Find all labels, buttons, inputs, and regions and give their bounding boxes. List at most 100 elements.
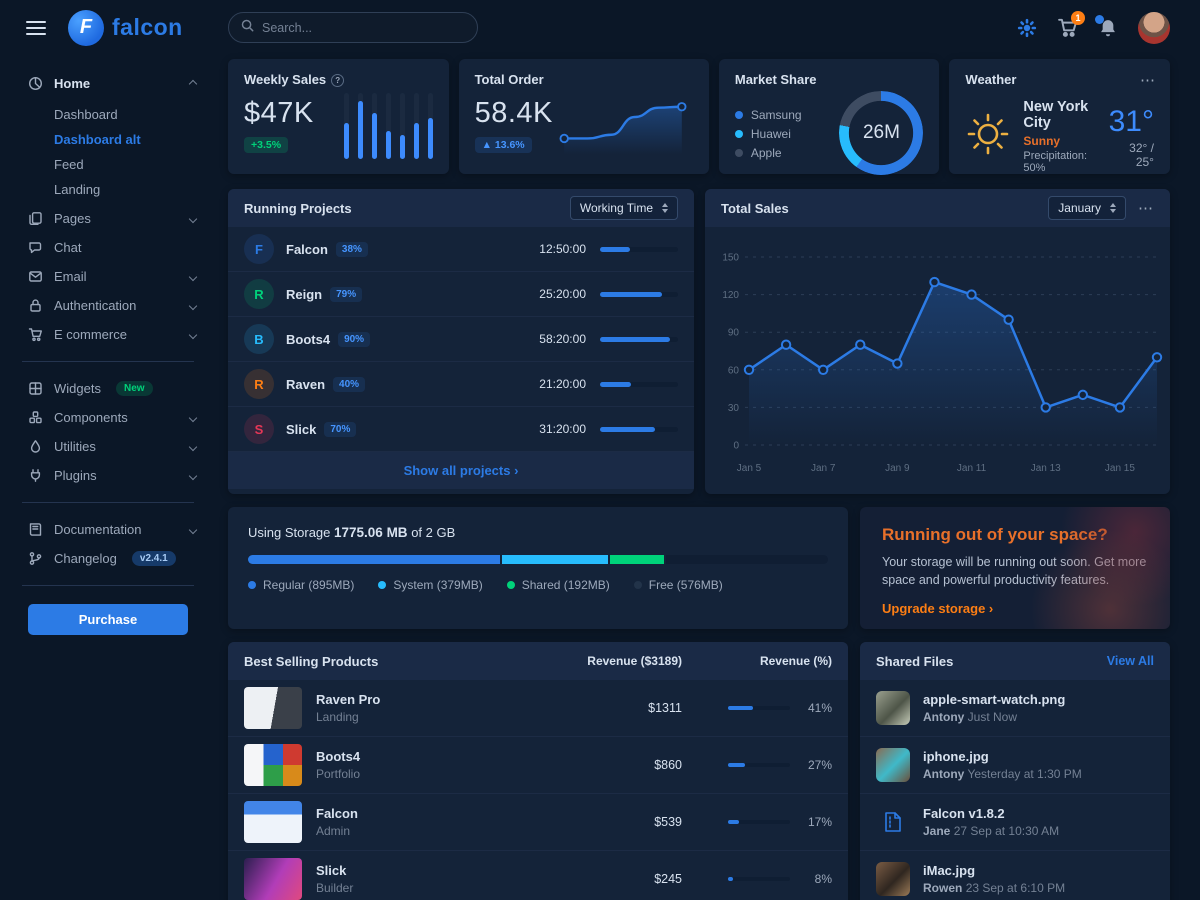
product-text: Slick Builder — [316, 863, 353, 895]
sidebar-item-plugins[interactable]: Plugins — [0, 461, 216, 490]
sidebar-subitem-landing[interactable]: Landing — [0, 177, 216, 202]
project-avatar: R — [244, 279, 274, 309]
svg-text:30: 30 — [728, 403, 740, 414]
project-row: SSlick70%31:20:00 — [228, 407, 694, 452]
sidebar-item-pages[interactable]: Pages — [0, 204, 216, 233]
grid-icon — [28, 381, 43, 396]
file-name[interactable]: iMac.jpg — [923, 863, 1065, 878]
shared-file-row[interactable]: iphone.jpgAntony Yesterday at 1:30 PM — [860, 736, 1170, 793]
shared-file-row[interactable]: apple-smart-watch.pngAntony Just Now — [860, 680, 1170, 736]
chat-icon — [28, 240, 43, 255]
upgrade-storage-link[interactable]: Upgrade storage › — [882, 601, 993, 616]
working-time-select[interactable]: Working Time — [570, 196, 678, 220]
purchase-button[interactable]: Purchase — [28, 604, 188, 635]
product-thumbnail[interactable] — [244, 858, 302, 900]
product-text: Falcon Admin — [316, 806, 358, 838]
chevron-down-icon — [189, 301, 197, 309]
total-order-value: 58.4K — [475, 97, 553, 130]
project-avatar: F — [244, 234, 274, 264]
product-thumbnail[interactable] — [244, 744, 302, 786]
sidebar-item-chat[interactable]: Chat — [0, 233, 216, 262]
product-row: Boots4Portfolio$86027% — [228, 737, 848, 794]
market-share-center-value: 26M — [839, 91, 923, 175]
storage-legend-label: Shared (192MB) — [522, 578, 610, 592]
product-thumbnail[interactable] — [244, 687, 302, 729]
product-name[interactable]: Slick — [316, 863, 353, 878]
storage-legend-item: System (379MB) — [378, 578, 482, 592]
product-cell: Falcon Admin — [244, 801, 562, 843]
shared-file-row[interactable]: Falcon v1.8.2Jane 27 Sep at 10:30 AM — [860, 793, 1170, 850]
market-share-donut-chart: 26M — [839, 91, 923, 175]
sidebar-item-utilities[interactable]: Utilities — [0, 432, 216, 461]
project-percent-badge: 38% — [336, 242, 368, 257]
sidebar-item-e-commerce[interactable]: E commerce — [0, 320, 216, 349]
project-name[interactable]: Boots4 — [286, 332, 330, 347]
storage-legend-label: System (379MB) — [393, 578, 482, 592]
project-progress-fill — [600, 337, 670, 342]
view-all-link[interactable]: View All — [1107, 654, 1154, 668]
settings-gear-icon[interactable] — [1017, 18, 1037, 38]
market-share-title: Market Share — [735, 72, 924, 87]
project-time: 31:20:00 — [514, 422, 586, 436]
sidebar-item-documentation[interactable]: Documentation — [0, 515, 216, 544]
sidebar-item-changelog[interactable]: Changelogv2.4.1 — [0, 544, 216, 573]
project-name[interactable]: Falcon — [286, 242, 328, 257]
chevron-down-icon — [189, 413, 197, 421]
product-category[interactable]: Portfolio — [316, 767, 360, 781]
sidebar-divider — [22, 585, 194, 586]
weekly-bar — [386, 93, 391, 159]
running-projects-title: Running Projects — [244, 201, 352, 216]
sidebar-item-home[interactable]: Home — [0, 69, 216, 98]
chevron-down-icon — [189, 525, 197, 533]
weekly-bar-fill — [372, 113, 377, 159]
help-icon[interactable]: ? — [331, 74, 344, 87]
total-sales-more-menu[interactable]: ⋯ — [1138, 199, 1154, 217]
notification-dot — [1095, 15, 1104, 24]
product-price: $860 — [562, 758, 682, 772]
sidebar-subitem-dashboard-alt[interactable]: Dashboard alt — [0, 127, 216, 152]
user-avatar[interactable] — [1138, 12, 1170, 44]
shared-file-row[interactable]: iMac.jpgRowen 23 Sep at 6:10 PM — [860, 850, 1170, 900]
product-category[interactable]: Admin — [316, 824, 358, 838]
falcon-logo[interactable]: F falcon — [68, 10, 183, 46]
changelog-badge: v2.4.1 — [132, 551, 176, 566]
product-category[interactable]: Builder — [316, 881, 353, 895]
weather-range: 32° / 25° — [1109, 141, 1154, 169]
product-name[interactable]: Boots4 — [316, 749, 360, 764]
sidebar-item-label: Home — [54, 76, 90, 91]
project-name[interactable]: Slick — [286, 422, 316, 437]
svg-text:Jan 9: Jan 9 — [885, 463, 910, 474]
product-name[interactable]: Raven Pro — [316, 692, 380, 707]
weather-more-menu[interactable]: ⋯ — [1140, 71, 1156, 89]
sidebar-item-widgets[interactable]: WidgetsNew — [0, 374, 216, 403]
legend-dot — [634, 581, 642, 589]
sidebar-item-authentication[interactable]: Authentication — [0, 291, 216, 320]
sidebar-subitem-feed[interactable]: Feed — [0, 152, 216, 177]
legend-dot — [735, 149, 743, 157]
cart-icon[interactable]: 1 — [1057, 17, 1078, 38]
search-box[interactable] — [228, 12, 478, 43]
sidebar-item-components[interactable]: Components — [0, 403, 216, 432]
file-name[interactable]: iphone.jpg — [923, 749, 1082, 764]
product-percent-fill — [728, 706, 753, 710]
project-name[interactable]: Reign — [286, 287, 322, 302]
file-name[interactable]: apple-smart-watch.png — [923, 692, 1065, 707]
show-all-projects-link[interactable]: Show all projects › — [228, 452, 694, 489]
notifications-bell-icon[interactable] — [1098, 18, 1118, 38]
best-selling-title: Best Selling Products — [244, 654, 562, 669]
weekly-sales-card: Weekly Sales? $47K +3.5% — [228, 59, 449, 174]
product-name[interactable]: Falcon — [316, 806, 358, 821]
product-thumbnail[interactable] — [244, 801, 302, 843]
month-select[interactable]: January — [1048, 196, 1126, 220]
project-name[interactable]: Raven — [286, 377, 325, 392]
legend-dot — [735, 111, 743, 119]
sidebar-subitem-dashboard[interactable]: Dashboard — [0, 102, 216, 127]
sidebar-item-email[interactable]: Email — [0, 262, 216, 291]
file-name[interactable]: Falcon v1.8.2 — [923, 806, 1059, 821]
project-time: 58:20:00 — [514, 332, 586, 346]
hamburger-menu-icon[interactable] — [26, 17, 46, 39]
total-order-card: Total Order 58.4K ▲ 13.6% — [459, 59, 709, 174]
legend-label: Huawei — [751, 127, 791, 141]
search-input[interactable] — [262, 21, 465, 35]
product-category[interactable]: Landing — [316, 710, 380, 724]
